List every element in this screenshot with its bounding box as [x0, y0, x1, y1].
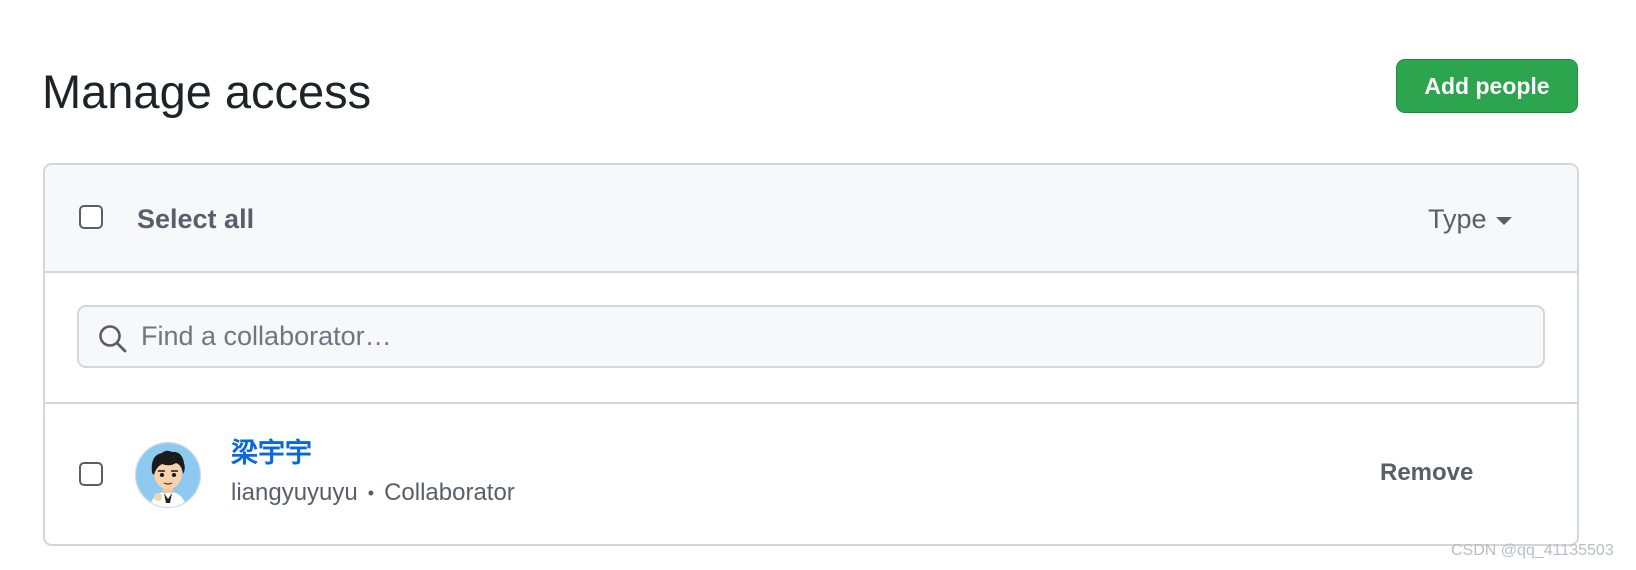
search-row [45, 273, 1577, 404]
collaborator-meta: liangyuyuyu • Collaborator [231, 478, 515, 508]
add-people-button[interactable]: Add people [1396, 59, 1578, 113]
caret-down-icon [1495, 216, 1512, 225]
search-box [77, 305, 1545, 368]
collaborator-username: liangyuyuyu [231, 479, 358, 506]
type-filter-dropdown[interactable]: Type [1428, 203, 1512, 235]
collaborator-search-input[interactable] [141, 307, 1531, 366]
collaborator-list: Select all Type Find a collaborator… 梁宇宇… [43, 163, 1579, 546]
select-all-label: Select all [137, 204, 255, 234]
search-icon [99, 325, 127, 353]
collaborator-checkbox[interactable] [79, 462, 103, 486]
remove-collaborator-button[interactable]: Remove [1380, 458, 1473, 488]
page-title: Manage access [42, 65, 372, 118]
avatar [135, 442, 201, 508]
manage-access-page: Manage access Add people Select all Type [0, 0, 1636, 570]
collaborator-name-link[interactable]: 梁宇宇 [231, 438, 312, 470]
collaborator-row: 梁宇宇 liangyuyuyu • Collaborator Remove [45, 404, 1577, 544]
collaborator-role: Collaborator [384, 479, 515, 506]
watermark: CSDN @qq_41135503 [1451, 542, 1614, 559]
select-all-checkbox[interactable] [79, 205, 103, 229]
list-header: Select all Type [45, 165, 1577, 273]
avatar-cartoon-icon [136, 443, 200, 507]
type-filter-label: Type [1428, 204, 1487, 234]
meta-separator: • [367, 483, 375, 503]
